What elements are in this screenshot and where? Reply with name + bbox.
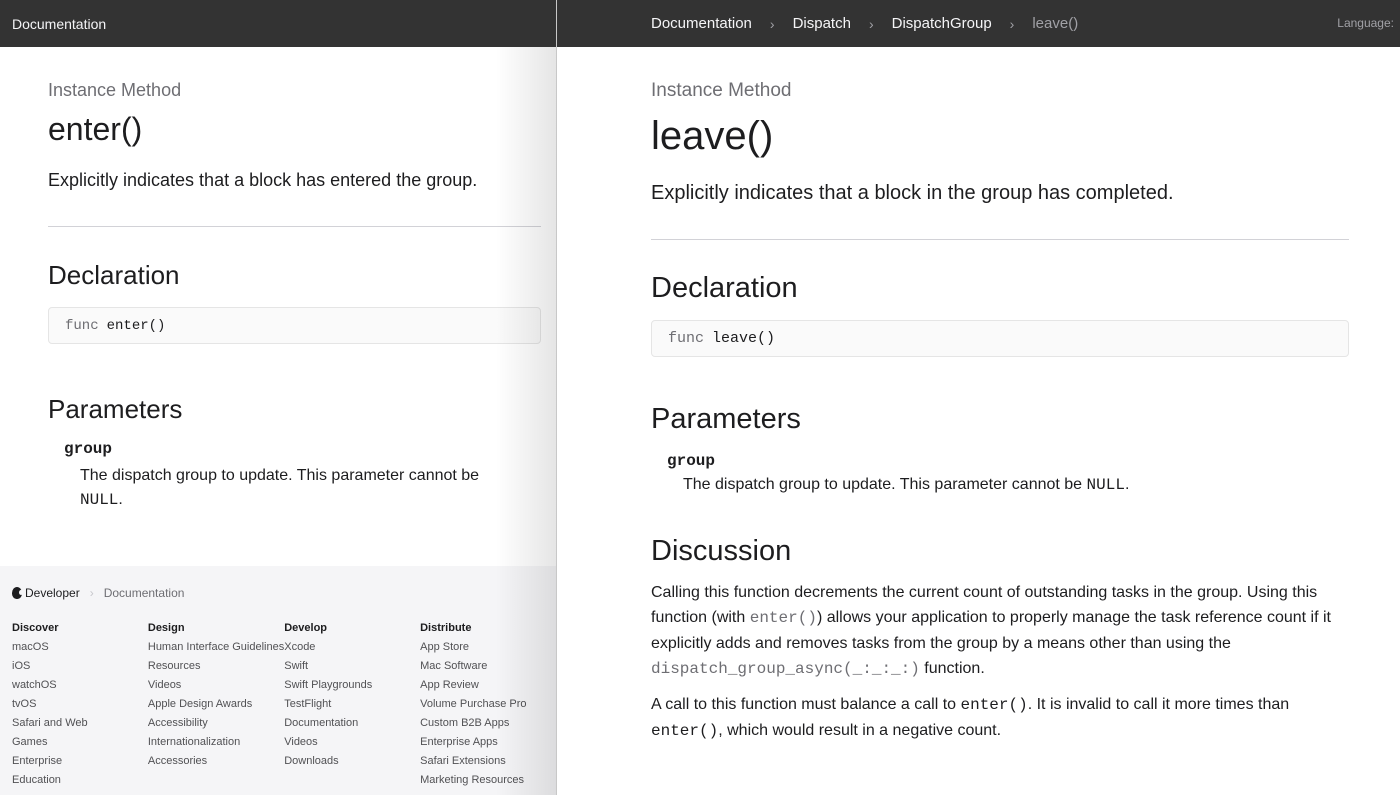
footer-breadcrumb: Developer › Documentation	[12, 586, 556, 600]
breadcrumb-dispatch[interactable]: Dispatch	[793, 15, 851, 32]
footer-link[interactable]: watchOS	[12, 676, 148, 695]
footer-link[interactable]: App Store	[420, 638, 556, 657]
footer-link[interactable]: Enterprise	[12, 752, 148, 771]
left-footer: Developer › Documentation Discover macOS i…	[0, 566, 556, 795]
footer-link[interactable]: Marketing Resources	[420, 771, 556, 790]
footer-documentation-link[interactable]: Documentation	[104, 586, 185, 600]
footer-column-title: Design	[147, 622, 185, 634]
right-parameters-heading: Parameters	[651, 403, 801, 435]
footer-link[interactable]: Education	[12, 771, 148, 790]
footer-link[interactable]: Human Interface Guidelines	[148, 638, 284, 657]
footer-column: Design Human Interface Guidelines Resource…	[148, 622, 284, 790]
left-param-name: group	[64, 440, 113, 458]
enter-code-2: enter()	[651, 722, 719, 740]
footer-link[interactable]: Downloads	[284, 752, 420, 771]
breadcrumb-current: leave()	[1032, 15, 1079, 32]
left-parameters-heading: Parameters	[48, 394, 183, 424]
left-content: Instance Method enter() Explicitly indic…	[0, 80, 556, 512]
right-param-null: NULL	[1086, 476, 1125, 494]
apple-logo-icon[interactable]	[12, 587, 23, 599]
left-divider	[48, 226, 541, 227]
right-content: Instance Method leave() Explicitly indic…	[557, 80, 1349, 744]
left-param-desc: The dispatch group to update. This param…	[80, 464, 510, 512]
chevron-right-icon: ›	[868, 15, 874, 32]
left-pane: Documentation Instance Method enter() Ex…	[0, 0, 556, 795]
left-nav-bar: Documentation	[0, 0, 556, 47]
footer-column: Discover macOS iOS watchOS tvOS Safari and We…	[12, 622, 148, 790]
right-divider	[651, 239, 1349, 240]
right-param-name: group	[667, 452, 716, 470]
left-declaration-code: func enter()	[48, 307, 541, 344]
discussion-paragraph-1: Calling this function decrements the cur…	[651, 580, 1349, 682]
footer-link[interactable]: Swift Playgrounds	[284, 676, 420, 695]
left-param-null: NULL	[80, 491, 119, 509]
footer-link[interactable]: macOS	[12, 638, 148, 657]
footer-columns: Discover macOS iOS watchOS tvOS Safari and We…	[12, 622, 556, 790]
footer-link[interactable]: Resources	[148, 657, 284, 676]
footer-link[interactable]: Custom B2B Apps	[420, 714, 556, 733]
footer-link[interactable]: Apple Design Awards	[148, 695, 284, 714]
footer-link[interactable]: Safari Extensions	[420, 752, 556, 771]
right-param-desc-end: .	[1124, 476, 1130, 493]
footer-link[interactable]: Videos	[148, 676, 284, 695]
footer-link[interactable]: tvOS	[12, 695, 148, 714]
discussion-paragraph-2: A call to this function must balance a c…	[651, 692, 1349, 744]
breadcrumb-documentation[interactable]: Documentation	[651, 15, 752, 32]
footer-link[interactable]: Swift	[284, 657, 420, 676]
chevron-right-icon: ›	[89, 586, 94, 600]
footer-link[interactable]: Videos	[284, 733, 420, 752]
discussion-p2-text-3: , which would result in a negative count…	[718, 722, 1002, 739]
chevron-right-icon: ›	[769, 15, 775, 32]
footer-link[interactable]: Games	[12, 733, 148, 752]
chevron-right-icon: ›	[1009, 15, 1015, 32]
left-eyebrow: Instance Method	[48, 80, 182, 100]
footer-link[interactable]: Internationalization	[148, 733, 284, 752]
enter-code-1: enter()	[960, 696, 1028, 714]
right-declaration-name: leave()	[712, 330, 776, 347]
footer-link[interactable]: Safari and Web	[12, 714, 148, 733]
left-param-desc-text: The dispatch group to update. This param…	[80, 467, 480, 484]
footer-link[interactable]: TestFlight	[284, 695, 420, 714]
left-declaration-name: enter()	[106, 317, 166, 334]
footer-link[interactable]: Volume Purchase Pro	[420, 695, 556, 714]
footer-link[interactable]: Enterprise Apps	[420, 733, 556, 752]
footer-column: Distribute App Store Mac Software App Revie…	[420, 622, 556, 790]
footer-link[interactable]: Xcode	[284, 638, 420, 657]
right-eyebrow: Instance Method	[651, 80, 792, 101]
left-page-title: enter()	[48, 111, 143, 147]
footer-column-title: Discover	[12, 622, 59, 634]
footer-link[interactable]: Mac Software	[420, 657, 556, 676]
footer-link[interactable]: Documentation	[284, 714, 420, 733]
breadcrumb-dispatchgroup[interactable]: DispatchGroup	[892, 15, 992, 32]
footer-link[interactable]: Accessories	[148, 752, 284, 771]
discussion-heading: Discussion	[651, 535, 792, 567]
right-nav-bar: Documentation › Dispatch › DispatchGroup…	[557, 0, 1400, 47]
right-page-title: leave()	[651, 114, 774, 158]
right-pane: Documentation › Dispatch › DispatchGroup…	[556, 0, 1400, 795]
footer-column-title: Develop	[284, 622, 328, 634]
footer-link[interactable]: App Review	[420, 676, 556, 695]
discussion-p1-text-3: function.	[919, 660, 985, 677]
right-declaration-code: func leave()	[651, 320, 1349, 357]
footer-link[interactable]: iOS	[12, 657, 148, 676]
right-declaration-keyword: func	[668, 330, 705, 347]
left-nav-documentation-link[interactable]: Documentation	[12, 16, 106, 32]
right-abstract: Explicitly indicates that a block in the…	[651, 182, 1174, 204]
right-declaration-heading: Declaration	[651, 272, 798, 304]
left-declaration-keyword: func	[65, 317, 99, 334]
discussion-p2-text-2: . It is invalid to call it more times th…	[1027, 696, 1290, 713]
dispatch-group-async-link[interactable]: dispatch_group_async(_:_:_:)	[651, 660, 920, 678]
left-param-desc-end: .	[118, 491, 123, 508]
left-abstract: Explicitly indicates that a block has en…	[48, 170, 478, 190]
right-param-desc-text: The dispatch group to update. This param…	[683, 476, 1083, 493]
discussion-p2-text-1: A call to this function must balance a c…	[651, 696, 961, 713]
footer-developer-link[interactable]: Developer	[25, 586, 80, 600]
footer-column: Develop Xcode Swift Swift Playgrounds TestFl…	[284, 622, 420, 790]
enter-link[interactable]: enter()	[750, 609, 817, 627]
left-declaration-heading: Declaration	[48, 260, 180, 290]
footer-link[interactable]: Accessibility	[148, 714, 284, 733]
right-param-desc: The dispatch group to update. This param…	[683, 476, 1349, 494]
language-selector[interactable]: Language:	[1337, 16, 1394, 30]
footer-column-title: Distribute	[420, 622, 472, 634]
